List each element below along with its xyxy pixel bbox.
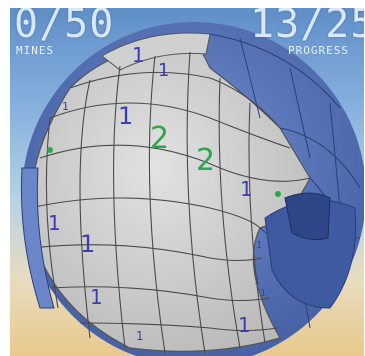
cell-number: 1 (132, 43, 145, 67)
cell-number: 1 (80, 230, 95, 258)
progress-counter: 13/250 (250, 8, 364, 47)
mines-label: MINES (16, 44, 55, 57)
cell-number: 1 (136, 329, 144, 343)
unrevealed-tile (284, 192, 331, 241)
mines-counter: 0/50 (14, 8, 115, 47)
cell-number: 1 (62, 100, 69, 113)
cell-number: 1 (260, 288, 266, 299)
cell-number: 1 (254, 276, 260, 287)
cell-number: 1 (48, 211, 61, 235)
cell-number: 1 (256, 240, 262, 251)
cell-number: 1 (118, 102, 133, 130)
cell-number: 1 (240, 177, 253, 201)
cell-number: 2 (150, 121, 169, 156)
cell-number: 1 (238, 313, 251, 337)
cell-number: 1 (158, 60, 169, 81)
cell-number: 1 (90, 285, 103, 309)
progress-label: PROGRESS (288, 44, 349, 57)
cell-number: 2 (196, 143, 215, 178)
game-frame: 1 1 1 1 2 2 1 1 1 1 1 1 1 1 1 0/50 MINES… (0, 0, 365, 356)
minesweeper-sphere[interactable]: 1 1 1 1 2 2 1 1 1 1 1 1 1 1 1 (10, 8, 364, 356)
game-viewport[interactable]: 1 1 1 1 2 2 1 1 1 1 1 1 1 1 1 0/50 MINES… (10, 8, 364, 356)
